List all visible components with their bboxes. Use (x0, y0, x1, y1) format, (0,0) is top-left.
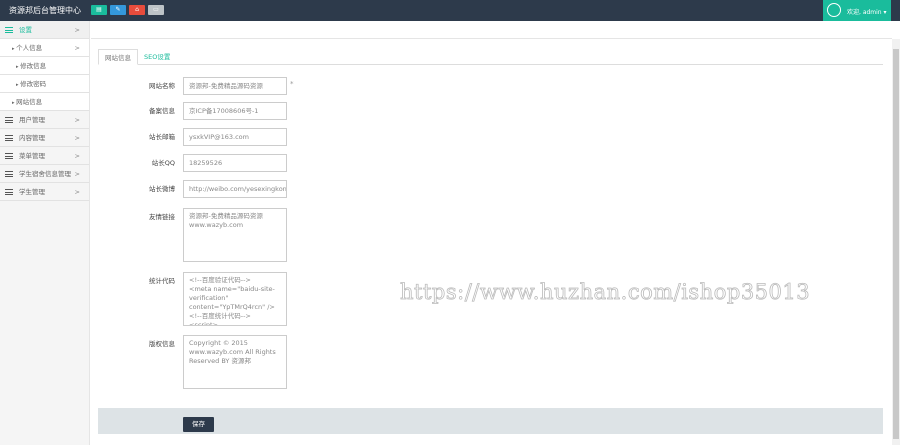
sidebar-item-label: 学生管理 (19, 188, 45, 196)
text-input[interactable]: http://weibo.com/yesexingkon (183, 180, 287, 198)
list-icon (5, 135, 13, 141)
scrollbar[interactable] (892, 39, 900, 445)
textarea[interactable]: Copyright © 2015 www.wazyb.com All Right… (183, 335, 287, 389)
card-quick-button[interactable]: ▭ (148, 5, 164, 15)
tab-bar: 网站信息 SEO设置 (98, 49, 883, 65)
field-label: 备案信息 (149, 107, 175, 115)
list-quick-button[interactable]: ▤ (91, 5, 107, 15)
sidebar-item[interactable]: 用户管理 > (0, 111, 89, 129)
chevron-right-icon: > (74, 170, 80, 178)
textarea[interactable]: 资源邦-免费精品源码资源 www.wazyb.com (183, 208, 287, 262)
field-label: 版权信息 (149, 340, 175, 348)
tab-site-info[interactable]: 网站信息 (98, 49, 138, 65)
sidebar-item[interactable]: ▸ 修改密码 (0, 75, 89, 93)
chevron-right-icon: > (74, 44, 80, 52)
field-label: 友情链接 (149, 213, 175, 221)
field-label: 站长微博 (149, 185, 175, 193)
sidebar-item[interactable]: 学生宿舍信息管理 > (0, 165, 89, 183)
sidebar-item-label: 学生宿舍信息管理 (19, 170, 71, 178)
required-marker: * (290, 80, 294, 88)
save-button[interactable]: 保存 (183, 417, 214, 432)
sidebar-item[interactable]: 学生管理 > (0, 183, 89, 201)
sidebar-item[interactable]: 菜单管理 > (0, 147, 89, 165)
pencil-quick-button[interactable]: ✎ (110, 5, 126, 15)
sidebar-item-label: 网站信息 (16, 98, 43, 106)
text-input[interactable]: ysxkVIP@163.com (183, 128, 287, 146)
chevron-right-icon: > (74, 152, 80, 160)
sidebar-item[interactable]: 设置 > (0, 21, 89, 39)
list-icon (5, 153, 13, 159)
list-icon (5, 27, 13, 33)
card-icon: ▭ (153, 6, 159, 13)
chevron-right-icon: > (74, 188, 80, 196)
text-input[interactable]: 18259526 (183, 154, 287, 172)
form-footer: 保存 (98, 408, 883, 434)
sidebar-item-label: 用户管理 (19, 116, 45, 124)
field-label: 站长QQ (151, 159, 175, 167)
app-title: 资源邦后台管理中心 (9, 6, 81, 15)
content-topbar (91, 21, 892, 39)
user-menu[interactable]: 欢迎, admin ▾ (823, 0, 891, 21)
text-input[interactable]: 资源邦-免费精品源码资源 (183, 77, 287, 95)
top-header: 资源邦后台管理中心 ▤ ✎ ⌂ ▭ 欢迎, admin ▾ (0, 0, 900, 21)
sidebar-item-label: 菜单管理 (19, 152, 45, 160)
sidebar: 设置 > ▸ 个人信息 > ▸ 修改信息 ▸ 修改密码 ▸ 网站信息 用户管理 > 内容管理 > 菜单… (0, 21, 90, 445)
sidebar-item-label: 设置 (19, 26, 32, 34)
home-quick-button[interactable]: ⌂ (129, 5, 145, 15)
sidebar-item-label: 修改密码 (20, 80, 47, 88)
user-greeting: 欢迎, admin ▾ (847, 9, 887, 16)
sidebar-item-label: 修改信息 (20, 62, 47, 70)
field-label: 站长邮箱 (149, 133, 175, 141)
scrollbar-thumb[interactable] (893, 49, 899, 439)
sidebar-item-label: 内容管理 (19, 134, 45, 142)
sidebar-item[interactable]: 内容管理 > (0, 129, 89, 147)
share-icon (827, 3, 841, 17)
tab-seo-settings[interactable]: SEO设置 (138, 49, 176, 65)
chevron-right-icon: > (74, 26, 80, 34)
list-icon: ▤ (96, 6, 102, 13)
sidebar-item-label: 个人信息 (16, 44, 43, 52)
chevron-right-icon: > (74, 116, 80, 124)
watermark: https://www.huzhan.com/ishop35013 (400, 280, 811, 305)
text-input[interactable]: 京ICP备17008606号-1 (183, 102, 287, 120)
textarea[interactable]: <!--百度验证代码--> <meta name="baidu-site-ver… (183, 272, 287, 326)
pencil-icon: ✎ (115, 6, 121, 13)
list-icon (5, 171, 13, 177)
field-label: 网站名称 (149, 82, 175, 90)
home-icon: ⌂ (135, 6, 139, 13)
list-icon (5, 117, 13, 123)
chevron-right-icon: > (74, 134, 80, 142)
list-icon (5, 189, 13, 195)
sidebar-item[interactable]: ▸ 修改信息 (0, 57, 89, 75)
field-label: 统计代码 (149, 277, 175, 285)
sidebar-item[interactable]: ▸ 个人信息 > (0, 39, 89, 57)
sidebar-item[interactable]: ▸ 网站信息 (0, 93, 89, 111)
